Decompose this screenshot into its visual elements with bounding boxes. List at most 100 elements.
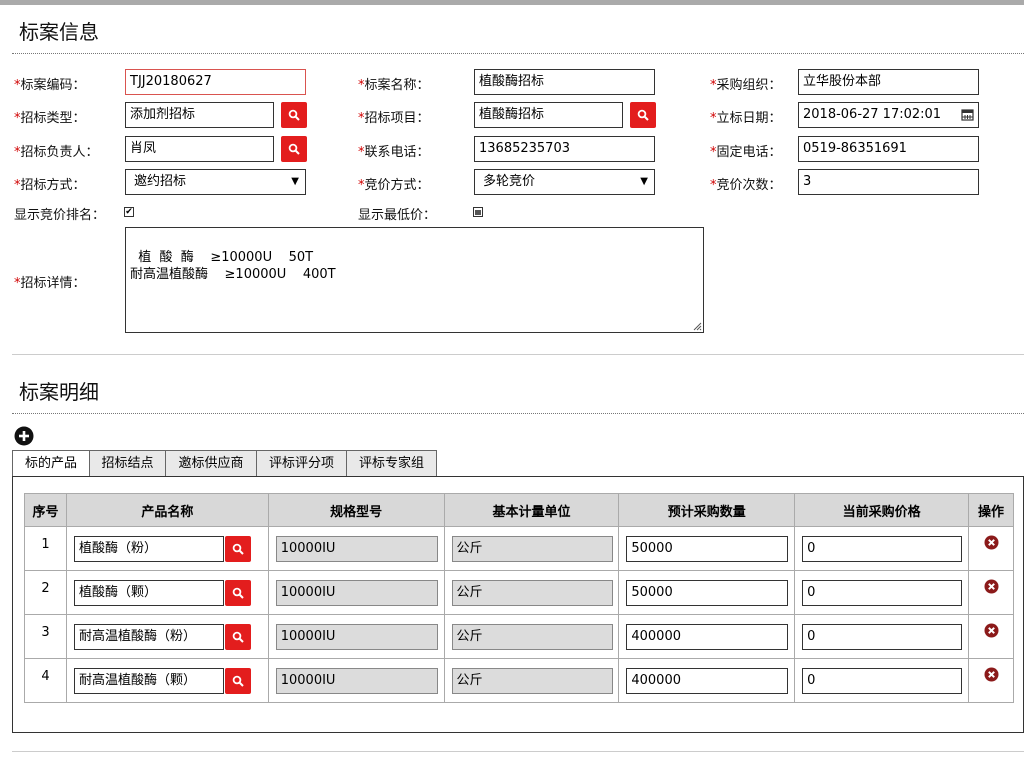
spec-input: 10000IU (275, 536, 438, 562)
divider (12, 53, 1024, 54)
tab-scoring[interactable]: 评标评分项 (256, 450, 347, 477)
label-show-min: 显示最低价： (358, 208, 437, 223)
product-input[interactable]: 耐高温植酸酶（颗） (73, 668, 224, 694)
product-search-button[interactable] (224, 580, 251, 606)
bid-times-input[interactable]: 3 (798, 169, 979, 195)
search-icon (288, 143, 300, 155)
product-input[interactable]: 植酸酶（粉） (73, 536, 224, 562)
label-phone: *联系电话： (358, 145, 430, 160)
bid-mode-value: 多轮竞价 (483, 174, 536, 189)
price-input[interactable]: 0 (802, 668, 963, 694)
show-rank-checkbox[interactable]: ✔ (124, 207, 134, 217)
section-title-detail: 标案明细 (19, 380, 99, 404)
unit-cell: 公斤 (443, 614, 620, 659)
search-icon (232, 587, 244, 599)
tab-nodes[interactable]: 招标结点 (89, 450, 166, 477)
col-product: 产品名称 (65, 493, 269, 527)
spec-input: 10000IU (275, 580, 438, 606)
delete-circle-icon[interactable] (984, 579, 999, 594)
delete-circle-icon[interactable] (984, 667, 999, 682)
table-row: 2 植酸酶（颗） 10000IU 公斤 50000 0 (24, 570, 1015, 615)
qty-input[interactable]: 50000 (626, 580, 789, 606)
details-textarea[interactable]: 植 酸 酶 ≥10000U 50T 耐高温植酸酶 ≥10000U 400T (125, 227, 704, 333)
unit-input: 公斤 (451, 580, 613, 606)
unit-input: 公斤 (451, 668, 613, 694)
project-input[interactable]: 植酸酶招标 (474, 102, 623, 128)
phone-input[interactable]: 13685235703 (474, 136, 655, 162)
type-input[interactable]: 添加剂招标 (125, 102, 274, 128)
spec-cell: 10000IU (267, 658, 445, 703)
product-search-button[interactable] (224, 536, 251, 562)
search-icon (232, 543, 244, 555)
label-name: *标案名称： (358, 78, 430, 93)
divider (12, 413, 1024, 414)
spec-cell: 10000IU (267, 526, 445, 571)
label-date: *立标日期： (710, 111, 782, 126)
search-icon (232, 631, 244, 643)
owner-input[interactable]: 肖凤 (125, 136, 274, 162)
label-tel: *固定电话： (710, 145, 782, 160)
org-input[interactable]: 立华股份本部 (798, 69, 979, 95)
section-divider (12, 354, 1024, 355)
product-search-button[interactable] (224, 668, 251, 694)
check-icon: ✔ (125, 207, 133, 217)
price-input[interactable]: 0 (802, 624, 963, 650)
row-seq: 4 (41, 669, 50, 684)
seq-cell: 2 (24, 570, 67, 615)
seq-cell: 1 (24, 526, 67, 571)
show-min-checkbox[interactable] (473, 207, 483, 217)
top-bar (0, 0, 1024, 5)
product-cell: 耐高温植酸酶（粉） (65, 614, 269, 659)
qty-input[interactable]: 400000 (626, 668, 789, 694)
price-cell: 0 (794, 614, 969, 659)
tab-products[interactable]: 标的产品 (12, 450, 90, 478)
code-input[interactable]: TJJ20180627 (125, 69, 306, 95)
owner-search-button[interactable] (281, 136, 307, 162)
delete-circle-icon[interactable] (984, 623, 999, 638)
project-search-button[interactable] (630, 102, 656, 128)
type-search-button[interactable] (281, 102, 307, 128)
price-input[interactable]: 0 (802, 536, 963, 562)
unit-cell: 公斤 (443, 526, 620, 571)
spec-cell: 10000IU (267, 570, 445, 615)
search-icon (637, 109, 649, 121)
product-input[interactable]: 耐高温植酸酶（粉） (73, 624, 224, 650)
price-cell: 0 (794, 526, 969, 571)
seq-cell: 4 (24, 658, 67, 703)
qty-input[interactable]: 50000 (626, 536, 789, 562)
price-input[interactable]: 0 (802, 580, 963, 606)
tab-suppliers[interactable]: 邀标供应商 (165, 450, 257, 477)
date-input[interactable]: 2018-06-27 17:02:01 (798, 102, 979, 128)
spec-input: 10000IU (275, 668, 438, 694)
row-seq: 1 (41, 537, 50, 552)
bid-mode-select[interactable]: 多轮竞价 ▼ (474, 169, 655, 195)
table-row: 4 耐高温植酸酶（颗） 10000IU 公斤 400000 0 (24, 658, 1015, 703)
resize-grip-icon[interactable] (692, 321, 702, 331)
product-input[interactable]: 植酸酶（颗） (73, 580, 224, 606)
price-cell: 0 (794, 570, 969, 615)
bottom-divider (12, 751, 1024, 752)
details-text: 植 酸 酶 ≥10000U 50T 耐高温植酸酶 ≥10000U 400T (130, 250, 336, 282)
label-code: *标案编码： (14, 78, 86, 93)
qty-cell: 50000 (618, 570, 796, 615)
add-circle-icon[interactable] (14, 426, 34, 446)
tab-experts[interactable]: 评标专家组 (346, 450, 437, 477)
qty-input[interactable]: 400000 (626, 624, 789, 650)
col-qty: 预计采购数量 (618, 493, 796, 527)
product-cell: 植酸酶（粉） (65, 526, 269, 571)
qty-cell: 400000 (618, 658, 796, 703)
col-unit: 基本计量单位 (443, 493, 620, 527)
table-row: 1 植酸酶（粉） 10000IU 公斤 50000 0 (24, 526, 1015, 571)
product-search-button[interactable] (224, 624, 251, 650)
delete-circle-icon[interactable] (984, 535, 999, 550)
spec-input: 10000IU (275, 624, 438, 650)
calendar-icon[interactable] (961, 108, 974, 121)
tel-input[interactable]: 0519-86351691 (798, 136, 979, 162)
price-cell: 0 (794, 658, 969, 703)
col-price: 当前采购价格 (794, 493, 969, 527)
action-cell (967, 570, 1015, 615)
action-cell (967, 526, 1015, 571)
name-input[interactable]: 植酸酶招标 (474, 69, 655, 95)
products-table: 序号 产品名称 规格型号 基本计量单位 预计采购数量 当前采购价格 操作 1 植… (24, 493, 1015, 703)
method-select[interactable]: 邀约招标 ▼ (125, 169, 306, 195)
